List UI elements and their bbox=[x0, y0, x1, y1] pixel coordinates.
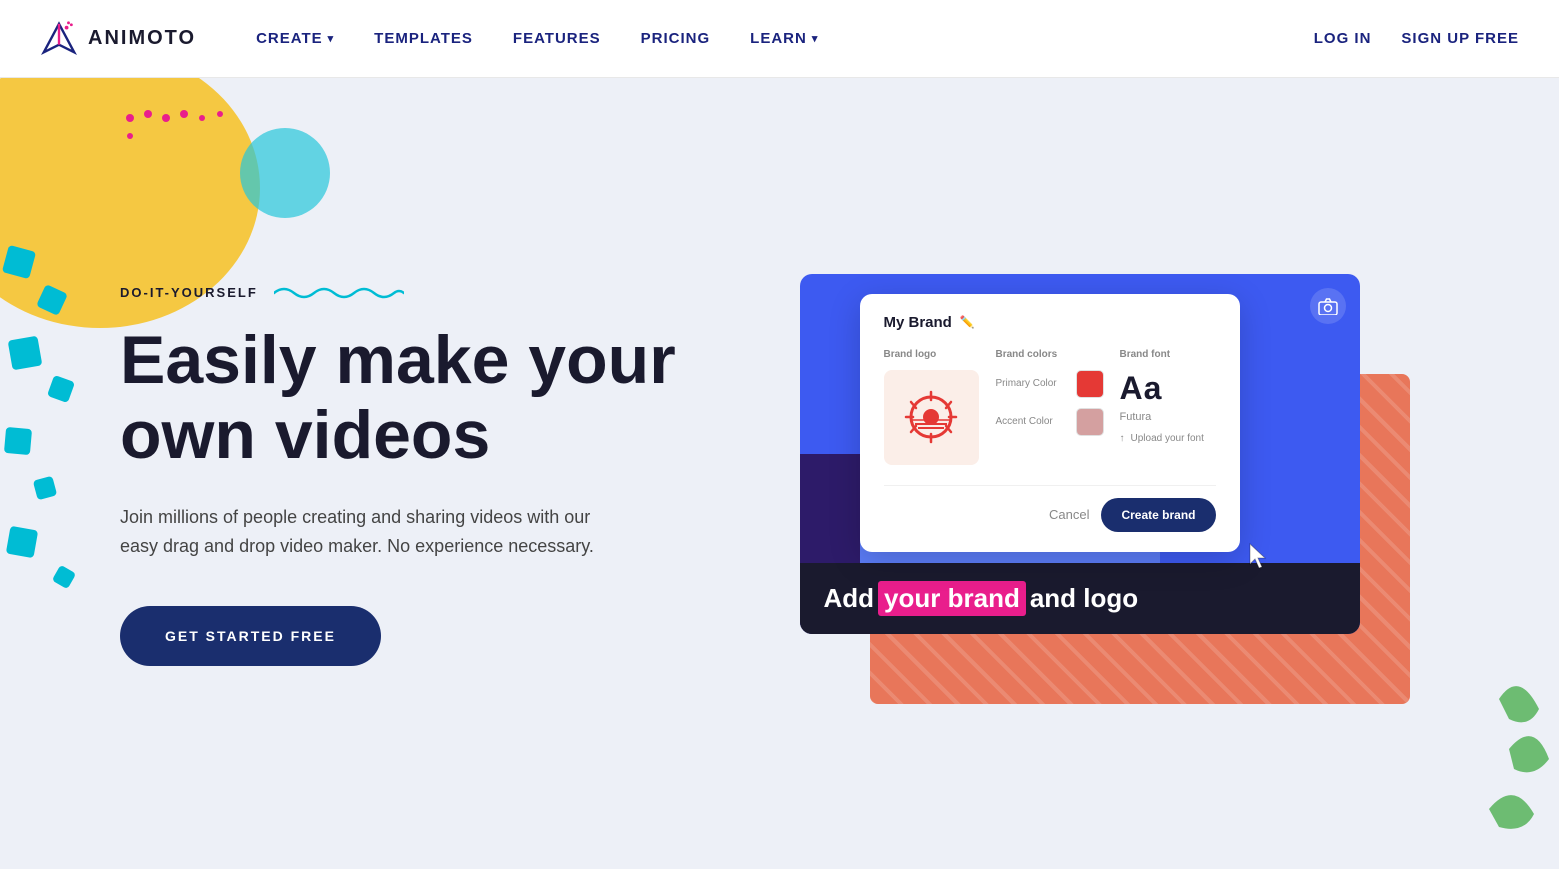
logo-icon bbox=[40, 20, 78, 58]
modal-columns: Brand logo bbox=[884, 349, 1216, 465]
font-name: Futura bbox=[1120, 411, 1216, 423]
accent-color-row: Accent Color bbox=[996, 408, 1104, 436]
modal-card: My Brand ✏️ Brand logo bbox=[860, 294, 1240, 552]
bottom-text-bar: Add your brand and logo bbox=[800, 563, 1360, 634]
upload-icon: ↑ bbox=[1120, 433, 1125, 444]
camera-icon bbox=[1318, 297, 1338, 315]
mockup-container: Add your brand and logo My Brand ✏️ Bran… bbox=[800, 274, 1380, 674]
bottom-text-after: and logo bbox=[1030, 583, 1138, 614]
accent-color-label: Accent Color bbox=[996, 416, 1066, 427]
create-brand-button[interactable]: Create brand bbox=[1101, 498, 1215, 532]
logo-link[interactable]: ANIMOTO bbox=[40, 20, 196, 58]
brand-font-col: Brand font Aa Futura ↑ Upload your font bbox=[1120, 349, 1216, 465]
bottom-text-highlight: your brand bbox=[878, 581, 1026, 616]
brand-colors-label: Brand colors bbox=[996, 349, 1104, 360]
brand-logo-col: Brand logo bbox=[884, 349, 980, 465]
nav-templates[interactable]: TEMPLATES bbox=[374, 30, 473, 47]
upload-font-label: Upload your font bbox=[1131, 433, 1204, 444]
nav-learn[interactable]: LEARN ▾ bbox=[750, 30, 818, 47]
get-started-button[interactable]: GET STARTED FREE bbox=[120, 606, 381, 666]
camera-icon-button[interactable] bbox=[1310, 288, 1346, 324]
brand-logo-label: Brand logo bbox=[884, 349, 980, 360]
hero-subtitle: Join millions of people creating and sha… bbox=[120, 503, 600, 561]
hero-left: DO-IT-YOURSELF Easily make your own vide… bbox=[120, 281, 720, 665]
chevron-down-icon: ▾ bbox=[812, 32, 819, 45]
primary-color-row: Primary Color bbox=[996, 370, 1104, 398]
nav-links: CREATE ▾ TEMPLATES FEATURES PRICING LEAR… bbox=[256, 30, 1314, 47]
brand-logo-box bbox=[884, 370, 979, 465]
teal-shapes-deco bbox=[0, 228, 100, 628]
accent-color-swatch[interactable] bbox=[1076, 408, 1104, 436]
nav-create[interactable]: CREATE ▾ bbox=[256, 30, 334, 47]
hero-right: Add your brand and logo My Brand ✏️ Bran… bbox=[720, 274, 1459, 674]
nav-pricing[interactable]: PRICING bbox=[641, 30, 711, 47]
dots-deco bbox=[120, 108, 240, 188]
edit-icon[interactable]: ✏️ bbox=[960, 315, 975, 329]
bottom-text-before: Add bbox=[824, 583, 875, 614]
primary-color-swatch[interactable] bbox=[1076, 370, 1104, 398]
brand-colors-col: Brand colors Primary Color Accent Color bbox=[996, 349, 1104, 465]
primary-color-label: Primary Color bbox=[996, 378, 1066, 389]
diy-text: DO-IT-YOURSELF bbox=[120, 285, 258, 300]
hero-section: DO-IT-YOURSELF Easily make your own vide… bbox=[0, 78, 1559, 869]
modal-title: My Brand bbox=[884, 314, 952, 331]
navbar: ANIMOTO CREATE ▾ TEMPLATES FEATURES PRIC… bbox=[0, 0, 1559, 78]
brand-font-label: Brand font bbox=[1120, 349, 1216, 360]
nav-features[interactable]: FEATURES bbox=[513, 30, 601, 47]
login-link[interactable]: LOG IN bbox=[1314, 30, 1372, 47]
color-rows: Primary Color Accent Color bbox=[996, 370, 1104, 436]
squiggle-deco bbox=[274, 281, 404, 303]
cursor-arrow bbox=[1246, 542, 1270, 579]
modal-footer: Cancel Create brand bbox=[884, 485, 1216, 532]
sun-logo-icon bbox=[896, 382, 966, 452]
logo-text: ANIMOTO bbox=[88, 27, 196, 50]
modal-title-row: My Brand ✏️ bbox=[884, 314, 1216, 331]
cancel-button[interactable]: Cancel bbox=[1049, 507, 1089, 522]
green-brush-deco bbox=[1479, 649, 1559, 849]
chevron-down-icon: ▾ bbox=[328, 32, 335, 45]
font-preview: Aa bbox=[1120, 370, 1216, 407]
teal-circle-deco bbox=[240, 128, 330, 218]
signup-link[interactable]: SIGN UP FREE bbox=[1401, 30, 1519, 47]
hero-title: Easily make your own videos bbox=[120, 323, 720, 473]
diy-label: DO-IT-YOURSELF bbox=[120, 281, 720, 303]
upload-font-row[interactable]: ↑ Upload your font bbox=[1120, 433, 1216, 444]
cursor-icon bbox=[1246, 542, 1270, 572]
blue-panel: Add your brand and logo My Brand ✏️ Bran… bbox=[800, 274, 1360, 634]
nav-right: LOG IN SIGN UP FREE bbox=[1314, 30, 1519, 47]
